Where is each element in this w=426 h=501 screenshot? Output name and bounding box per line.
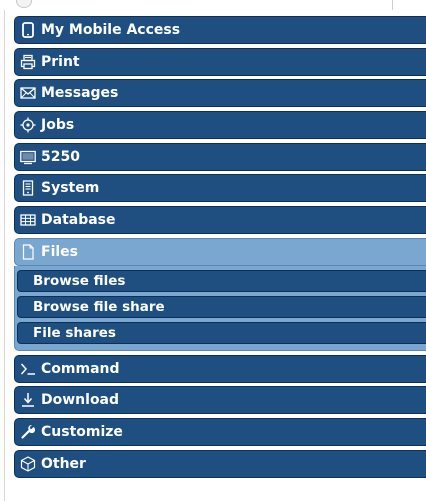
menu-item-label: Database	[41, 212, 116, 229]
submenu-item-label: Browse files	[33, 272, 126, 289]
menu-item-jobs[interactable]: Jobs	[14, 111, 426, 140]
submenu-item-browse-file-share[interactable]: Browse file share	[17, 295, 426, 318]
menu-item-messages[interactable]: Messages	[14, 79, 426, 108]
menu-item-other[interactable]: Other	[14, 449, 426, 478]
menu-item-label: My Mobile Access	[41, 22, 181, 38]
menu-item-label: 5250	[41, 148, 80, 165]
divider	[392, 0, 393, 10]
download-icon	[19, 391, 37, 409]
terminal-screen-icon	[19, 148, 37, 166]
menu-item-print[interactable]: Print	[14, 47, 426, 76]
submenu-item-label: File shares	[33, 324, 116, 341]
menu-item-customize[interactable]: Customize	[14, 417, 426, 446]
menu-item-label: System	[41, 180, 100, 197]
submenu-item-file-shares[interactable]: File shares	[17, 321, 426, 344]
cube-icon	[19, 455, 37, 473]
panel-border	[4, 10, 5, 501]
menu-item-label: Files	[41, 243, 78, 260]
menu-item-5250[interactable]: 5250	[14, 142, 426, 171]
navigation-menu: My Mobile Access Print Messages Jobs 525…	[14, 16, 426, 481]
scroll-fragment	[16, 0, 32, 8]
menu-item-label: Messages	[41, 85, 119, 102]
prompt-icon	[19, 360, 37, 378]
submenu-item-label: Browse file share	[33, 298, 165, 315]
printer-icon	[19, 53, 37, 71]
menu-item-database[interactable]: Database	[14, 206, 426, 235]
submenu-item-browse-files[interactable]: Browse files	[17, 269, 426, 292]
mobile-icon	[19, 21, 37, 39]
menu-item-files[interactable]: Files	[14, 237, 426, 266]
menu-item-label: Command	[41, 360, 120, 377]
target-icon	[19, 116, 37, 134]
files-submenu: Browse files Browse file share File shar…	[14, 265, 426, 351]
top-strip	[0, 0, 426, 10]
table-icon	[19, 211, 37, 229]
menu-item-label: Customize	[41, 423, 123, 440]
file-icon	[19, 243, 37, 261]
envelope-icon	[19, 84, 37, 102]
menu-item-label: Jobs	[41, 117, 75, 134]
menu-item-command[interactable]: Command	[14, 354, 426, 383]
menu-item-label: Other	[41, 455, 86, 472]
server-icon	[19, 179, 37, 197]
menu-item-label: Download	[41, 392, 120, 409]
menu-item-system[interactable]: System	[14, 174, 426, 203]
wrench-icon	[19, 423, 37, 441]
menu-item-my-mobile-access[interactable]: My Mobile Access	[14, 16, 426, 44]
menu-item-download[interactable]: Download	[14, 386, 426, 415]
menu-item-label: Print	[41, 53, 80, 70]
